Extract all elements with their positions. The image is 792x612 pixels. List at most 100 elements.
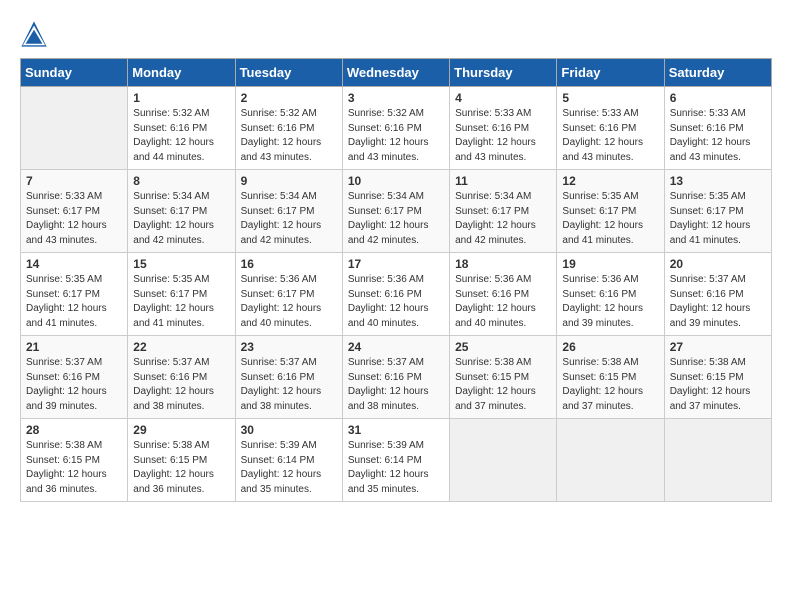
day-info: Sunrise: 5:39 AMSunset: 6:14 PMDaylight:… <box>241 439 337 497</box>
calendar-cell: 14 Sunrise: 5:35 AMSunset: 6:17 PMDaylig… <box>21 253 128 336</box>
day-info: Sunrise: 5:36 AMSunset: 6:17 PMDaylight:… <box>241 273 337 331</box>
day-info: Sunrise: 5:32 AMSunset: 6:16 PMDaylight:… <box>133 107 229 165</box>
calendar-cell: 17 Sunrise: 5:36 AMSunset: 6:16 PMDaylig… <box>342 253 449 336</box>
day-number: 15 <box>133 257 229 271</box>
calendar-cell: 29 Sunrise: 5:38 AMSunset: 6:15 PMDaylig… <box>128 419 235 502</box>
day-info: Sunrise: 5:32 AMSunset: 6:16 PMDaylight:… <box>241 107 337 165</box>
calendar-cell: 1 Sunrise: 5:32 AMSunset: 6:16 PMDayligh… <box>128 87 235 170</box>
page-header <box>20 20 772 48</box>
day-number: 21 <box>26 340 122 354</box>
day-info: Sunrise: 5:37 AMSunset: 6:16 PMDaylight:… <box>26 356 122 414</box>
day-number: 18 <box>455 257 551 271</box>
day-info: Sunrise: 5:37 AMSunset: 6:16 PMDaylight:… <box>133 356 229 414</box>
day-info: Sunrise: 5:38 AMSunset: 6:15 PMDaylight:… <box>133 439 229 497</box>
day-number: 9 <box>241 174 337 188</box>
day-info: Sunrise: 5:37 AMSunset: 6:16 PMDaylight:… <box>348 356 444 414</box>
calendar-cell: 27 Sunrise: 5:38 AMSunset: 6:15 PMDaylig… <box>664 336 771 419</box>
calendar-cell: 13 Sunrise: 5:35 AMSunset: 6:17 PMDaylig… <box>664 170 771 253</box>
day-number: 27 <box>670 340 766 354</box>
calendar-cell: 5 Sunrise: 5:33 AMSunset: 6:16 PMDayligh… <box>557 87 664 170</box>
day-info: Sunrise: 5:34 AMSunset: 6:17 PMDaylight:… <box>455 190 551 248</box>
calendar-cell: 19 Sunrise: 5:36 AMSunset: 6:16 PMDaylig… <box>557 253 664 336</box>
calendar-cell: 4 Sunrise: 5:33 AMSunset: 6:16 PMDayligh… <box>450 87 557 170</box>
calendar-week-row: 7 Sunrise: 5:33 AMSunset: 6:17 PMDayligh… <box>21 170 772 253</box>
calendar-cell: 24 Sunrise: 5:37 AMSunset: 6:16 PMDaylig… <box>342 336 449 419</box>
calendar-cell: 23 Sunrise: 5:37 AMSunset: 6:16 PMDaylig… <box>235 336 342 419</box>
calendar-cell: 20 Sunrise: 5:37 AMSunset: 6:16 PMDaylig… <box>664 253 771 336</box>
calendar-cell: 21 Sunrise: 5:37 AMSunset: 6:16 PMDaylig… <box>21 336 128 419</box>
day-info: Sunrise: 5:36 AMSunset: 6:16 PMDaylight:… <box>455 273 551 331</box>
calendar-cell: 12 Sunrise: 5:35 AMSunset: 6:17 PMDaylig… <box>557 170 664 253</box>
calendar-cell <box>664 419 771 502</box>
calendar-header-wednesday: Wednesday <box>342 59 449 87</box>
calendar-cell: 26 Sunrise: 5:38 AMSunset: 6:15 PMDaylig… <box>557 336 664 419</box>
day-number: 13 <box>670 174 766 188</box>
day-number: 25 <box>455 340 551 354</box>
day-info: Sunrise: 5:36 AMSunset: 6:16 PMDaylight:… <box>348 273 444 331</box>
day-number: 11 <box>455 174 551 188</box>
day-info: Sunrise: 5:38 AMSunset: 6:15 PMDaylight:… <box>562 356 658 414</box>
day-number: 17 <box>348 257 444 271</box>
calendar-week-row: 14 Sunrise: 5:35 AMSunset: 6:17 PMDaylig… <box>21 253 772 336</box>
calendar-cell: 16 Sunrise: 5:36 AMSunset: 6:17 PMDaylig… <box>235 253 342 336</box>
logo <box>20 20 52 48</box>
day-info: Sunrise: 5:38 AMSunset: 6:15 PMDaylight:… <box>455 356 551 414</box>
day-number: 7 <box>26 174 122 188</box>
day-number: 14 <box>26 257 122 271</box>
day-info: Sunrise: 5:34 AMSunset: 6:17 PMDaylight:… <box>348 190 444 248</box>
day-number: 8 <box>133 174 229 188</box>
day-number: 6 <box>670 91 766 105</box>
day-number: 10 <box>348 174 444 188</box>
day-info: Sunrise: 5:33 AMSunset: 6:16 PMDaylight:… <box>562 107 658 165</box>
day-info: Sunrise: 5:37 AMSunset: 6:16 PMDaylight:… <box>241 356 337 414</box>
day-number: 4 <box>455 91 551 105</box>
day-info: Sunrise: 5:36 AMSunset: 6:16 PMDaylight:… <box>562 273 658 331</box>
calendar-cell: 31 Sunrise: 5:39 AMSunset: 6:14 PMDaylig… <box>342 419 449 502</box>
calendar-cell: 22 Sunrise: 5:37 AMSunset: 6:16 PMDaylig… <box>128 336 235 419</box>
day-number: 23 <box>241 340 337 354</box>
calendar-cell: 2 Sunrise: 5:32 AMSunset: 6:16 PMDayligh… <box>235 87 342 170</box>
calendar-header-thursday: Thursday <box>450 59 557 87</box>
day-number: 1 <box>133 91 229 105</box>
day-number: 16 <box>241 257 337 271</box>
calendar-cell: 28 Sunrise: 5:38 AMSunset: 6:15 PMDaylig… <box>21 419 128 502</box>
day-number: 3 <box>348 91 444 105</box>
day-info: Sunrise: 5:35 AMSunset: 6:17 PMDaylight:… <box>670 190 766 248</box>
logo-icon <box>20 20 48 48</box>
day-number: 28 <box>26 423 122 437</box>
day-info: Sunrise: 5:35 AMSunset: 6:17 PMDaylight:… <box>562 190 658 248</box>
calendar-cell: 7 Sunrise: 5:33 AMSunset: 6:17 PMDayligh… <box>21 170 128 253</box>
day-number: 5 <box>562 91 658 105</box>
day-info: Sunrise: 5:38 AMSunset: 6:15 PMDaylight:… <box>670 356 766 414</box>
day-number: 26 <box>562 340 658 354</box>
day-number: 12 <box>562 174 658 188</box>
calendar-week-row: 28 Sunrise: 5:38 AMSunset: 6:15 PMDaylig… <box>21 419 772 502</box>
calendar-table: SundayMondayTuesdayWednesdayThursdayFrid… <box>20 58 772 502</box>
day-info: Sunrise: 5:32 AMSunset: 6:16 PMDaylight:… <box>348 107 444 165</box>
day-number: 19 <box>562 257 658 271</box>
calendar-header-row: SundayMondayTuesdayWednesdayThursdayFrid… <box>21 59 772 87</box>
day-number: 20 <box>670 257 766 271</box>
day-info: Sunrise: 5:39 AMSunset: 6:14 PMDaylight:… <box>348 439 444 497</box>
calendar-cell <box>450 419 557 502</box>
day-info: Sunrise: 5:38 AMSunset: 6:15 PMDaylight:… <box>26 439 122 497</box>
calendar-header-friday: Friday <box>557 59 664 87</box>
calendar-cell <box>21 87 128 170</box>
day-info: Sunrise: 5:35 AMSunset: 6:17 PMDaylight:… <box>133 273 229 331</box>
calendar-week-row: 21 Sunrise: 5:37 AMSunset: 6:16 PMDaylig… <box>21 336 772 419</box>
calendar-cell: 25 Sunrise: 5:38 AMSunset: 6:15 PMDaylig… <box>450 336 557 419</box>
calendar-cell: 3 Sunrise: 5:32 AMSunset: 6:16 PMDayligh… <box>342 87 449 170</box>
calendar-cell: 11 Sunrise: 5:34 AMSunset: 6:17 PMDaylig… <box>450 170 557 253</box>
day-info: Sunrise: 5:33 AMSunset: 6:16 PMDaylight:… <box>670 107 766 165</box>
calendar-header-tuesday: Tuesday <box>235 59 342 87</box>
calendar-cell: 15 Sunrise: 5:35 AMSunset: 6:17 PMDaylig… <box>128 253 235 336</box>
calendar-cell: 10 Sunrise: 5:34 AMSunset: 6:17 PMDaylig… <box>342 170 449 253</box>
calendar-cell: 9 Sunrise: 5:34 AMSunset: 6:17 PMDayligh… <box>235 170 342 253</box>
calendar-header-sunday: Sunday <box>21 59 128 87</box>
day-number: 29 <box>133 423 229 437</box>
calendar-cell: 6 Sunrise: 5:33 AMSunset: 6:16 PMDayligh… <box>664 87 771 170</box>
day-info: Sunrise: 5:37 AMSunset: 6:16 PMDaylight:… <box>670 273 766 331</box>
calendar-cell: 8 Sunrise: 5:34 AMSunset: 6:17 PMDayligh… <box>128 170 235 253</box>
day-info: Sunrise: 5:33 AMSunset: 6:16 PMDaylight:… <box>455 107 551 165</box>
day-info: Sunrise: 5:35 AMSunset: 6:17 PMDaylight:… <box>26 273 122 331</box>
